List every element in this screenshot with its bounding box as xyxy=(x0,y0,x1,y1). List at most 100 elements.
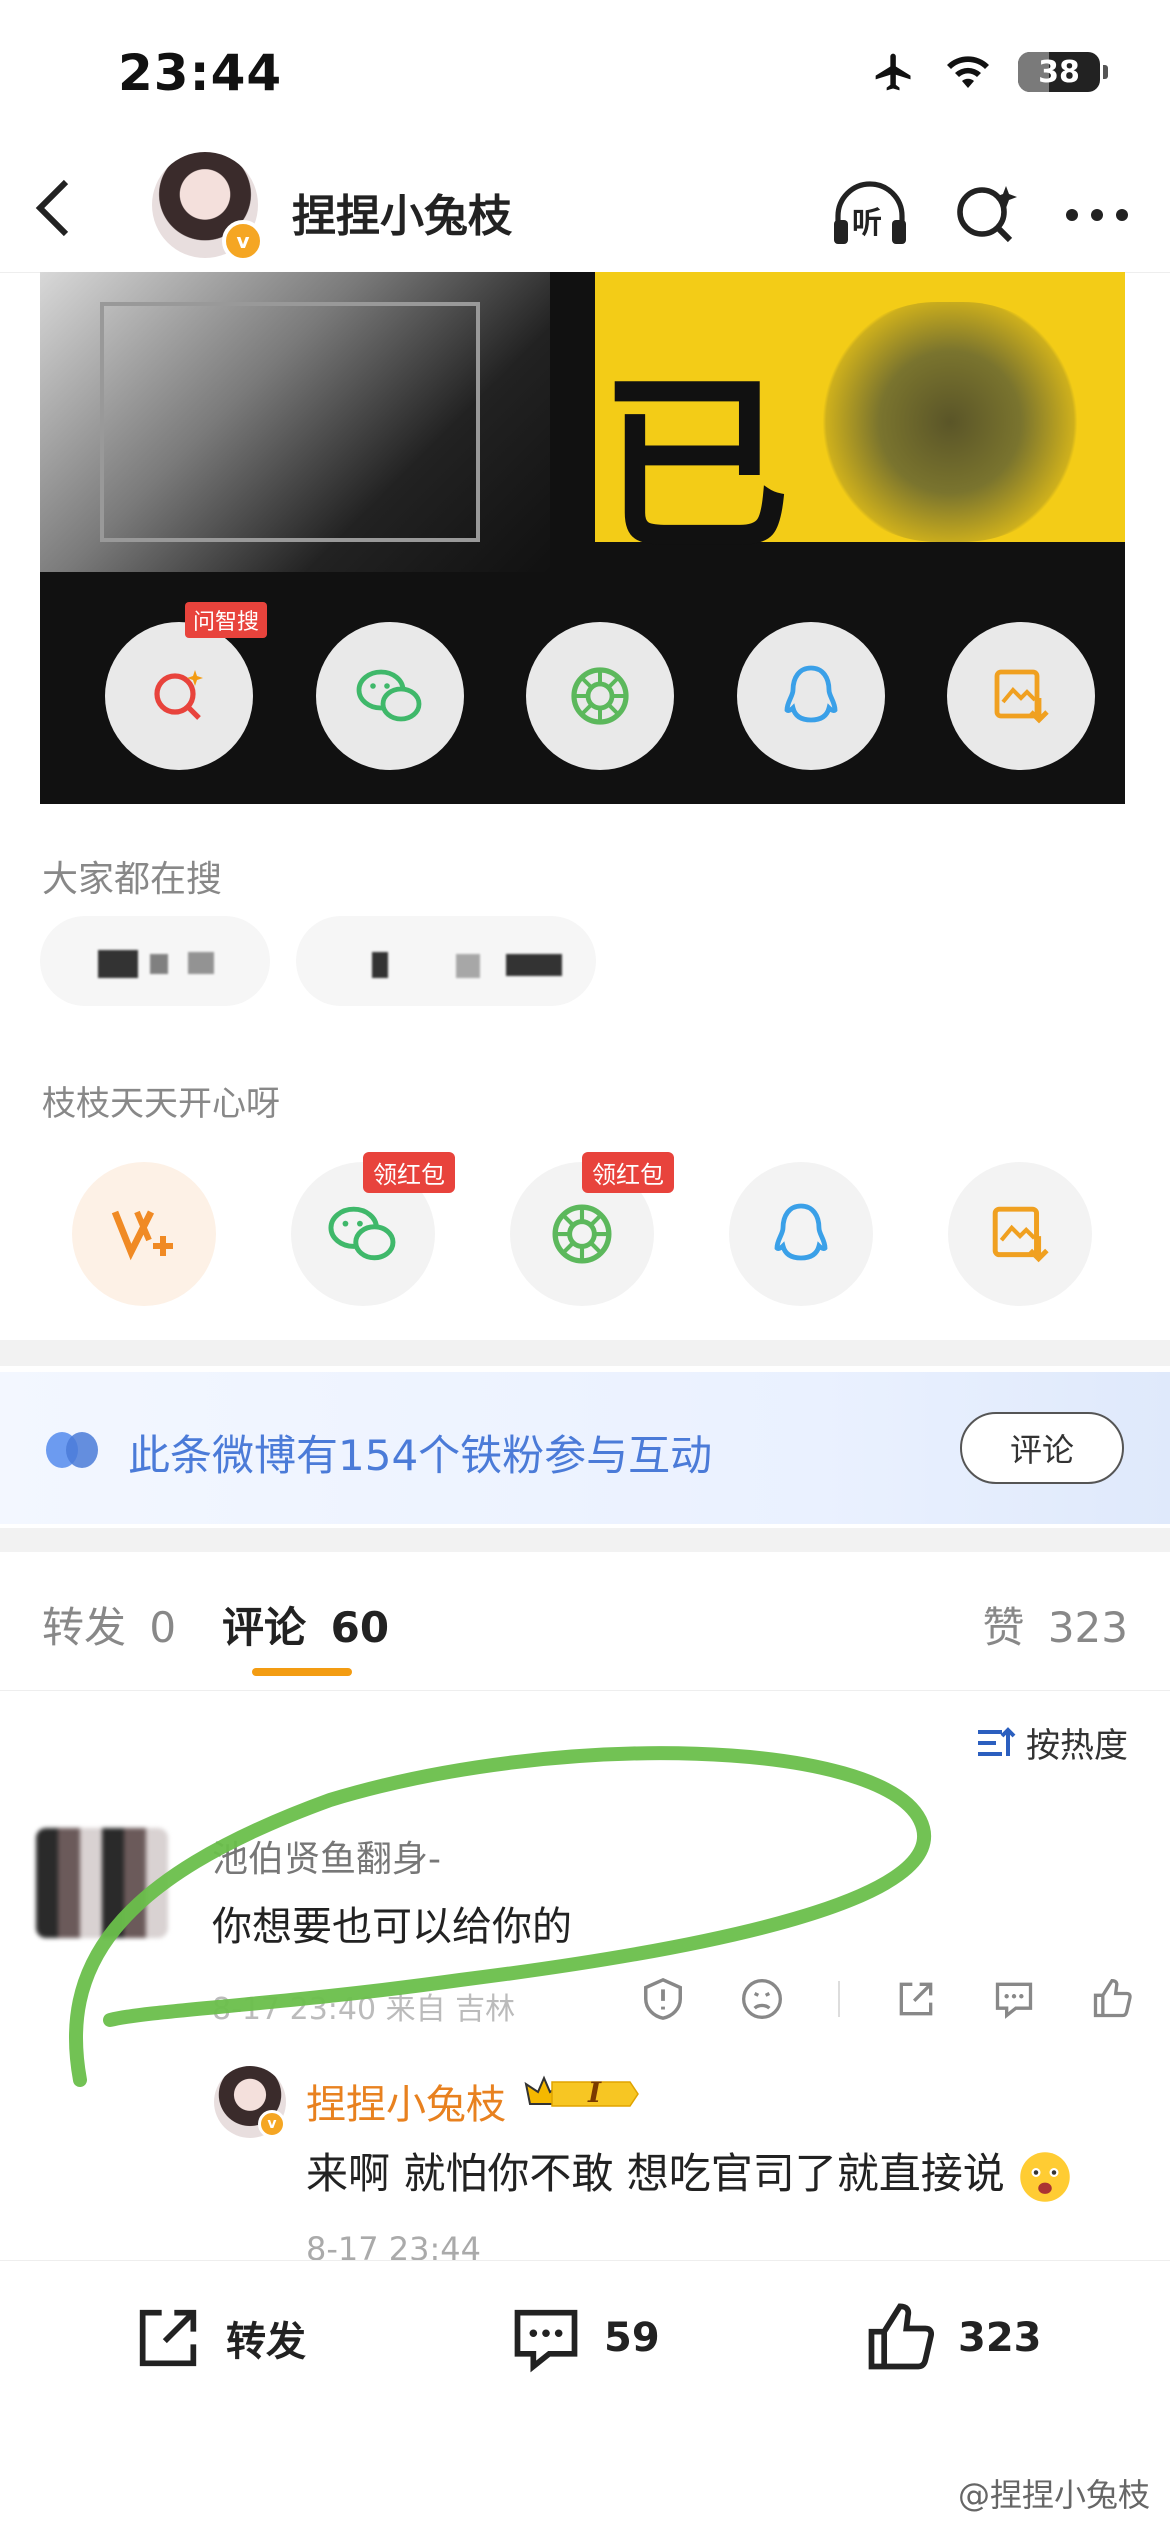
verified-badge: v xyxy=(258,2110,286,2138)
comment-text: 你想要也可以给你的 xyxy=(212,1904,572,1950)
member-level: I xyxy=(588,2076,602,2109)
blurred-area xyxy=(820,302,1080,542)
tab-divider xyxy=(0,1690,1170,1691)
member-crown-badge xyxy=(524,2075,639,2107)
commenter-avatar[interactable] xyxy=(36,1828,168,1938)
back-arrow-icon[interactable] xyxy=(30,178,74,238)
tab-comments-label: 评论 xyxy=(222,1603,307,1652)
like-button[interactable]: 323 xyxy=(862,2300,1042,2376)
poster-frame xyxy=(100,302,480,542)
trending-pill-1[interactable] xyxy=(40,916,270,1006)
red-packet-tag: 领红包 xyxy=(582,1152,674,1193)
comment-button[interactable]: 评论 xyxy=(960,1412,1124,1484)
green-scribble-annotation xyxy=(68,1746,931,2087)
tab-likes[interactable]: 赞 323 xyxy=(982,1594,1128,1655)
blurred-text xyxy=(506,954,562,976)
image-ai-search-button[interactable]: 问智搜 xyxy=(105,602,268,770)
tab-comments[interactable]: 评论 60 xyxy=(222,1594,389,1655)
more-icon[interactable] xyxy=(1064,205,1130,225)
trending-title: 大家都在搜 xyxy=(42,859,223,900)
wechat-icon xyxy=(356,669,421,722)
moments-icon xyxy=(571,667,629,725)
trending-pill-2[interactable] xyxy=(296,916,596,1006)
vplus-icon xyxy=(111,1210,173,1261)
qq-icon xyxy=(784,665,837,723)
ai-search-tag: 问智搜 xyxy=(185,602,268,638)
share-row: 领红包 领红包 xyxy=(72,1152,1092,1306)
image-save-button[interactable] xyxy=(947,622,1095,770)
tab-repost-count: 0 xyxy=(149,1603,177,1652)
tab-comments-count: 60 xyxy=(330,1603,390,1652)
blurred-text xyxy=(150,954,168,974)
sort-icon xyxy=(978,1726,1016,1756)
red-packet-tag: 领红包 xyxy=(363,1152,455,1193)
section-divider xyxy=(0,1528,1170,1552)
report-icon[interactable] xyxy=(640,1976,686,2022)
blurred-text xyxy=(372,952,388,978)
repost-label: 转发 xyxy=(226,2319,306,2365)
share-icon[interactable] xyxy=(894,1977,938,2021)
battery-indicator: 38 xyxy=(1018,52,1108,92)
share-vplus-button[interactable] xyxy=(72,1162,216,1306)
share-qq-button[interactable] xyxy=(729,1162,873,1306)
image-share-row: 问智搜 xyxy=(105,602,1095,770)
share-section-title: 枝枝天天开心呀 xyxy=(42,1084,280,1124)
fans-icon xyxy=(46,1432,98,1468)
tab-repost[interactable]: 转发 0 xyxy=(42,1594,176,1655)
like-icon xyxy=(868,2303,935,2370)
image-qq-button[interactable] xyxy=(736,622,885,770)
blurred-text xyxy=(188,952,214,974)
save-image-icon xyxy=(994,669,1049,724)
repost-button[interactable]: 转发 xyxy=(130,2300,306,2376)
comment-icon[interactable] xyxy=(992,1977,1036,2021)
listen-button[interactable]: 听 xyxy=(830,180,910,250)
watermark: @捏捏小兔枝 xyxy=(957,2476,1150,2514)
qq-icon xyxy=(774,1203,828,1261)
reply-author-name[interactable]: 捏捏小兔枝 xyxy=(306,2072,506,2130)
repost-icon xyxy=(139,2309,197,2367)
ai-search-icon xyxy=(154,670,203,720)
battery-level: 38 xyxy=(1038,54,1080,90)
airplane-icon xyxy=(875,53,911,91)
reply-text-content: 来啊 就怕你不敢 想吃官司了就直接说 xyxy=(306,2149,1005,2198)
dislike-face-icon[interactable] xyxy=(740,1977,784,2021)
emoji-icon xyxy=(1020,2151,1070,2202)
status-time: 23:44 xyxy=(118,44,283,102)
ai-search-icon[interactable] xyxy=(954,182,1020,248)
share-save-image-button[interactable] xyxy=(948,1162,1092,1306)
reply-text: 来啊 就怕你不敢 想吃官司了就直接说 xyxy=(306,2140,1072,2204)
save-image-icon xyxy=(992,1206,1049,1263)
share-wechat-button[interactable]: 领红包 xyxy=(291,1152,455,1306)
image-wechat-button[interactable] xyxy=(315,622,464,770)
nav-actions: 听 xyxy=(830,180,1130,250)
share-moments-button[interactable]: 领红包 xyxy=(510,1152,674,1306)
image-moments-button[interactable] xyxy=(526,622,674,770)
sort-label: 按热度 xyxy=(1026,1726,1128,1766)
verified-badge: v xyxy=(222,220,264,262)
comment-count-button[interactable]: 59 xyxy=(508,2300,660,2376)
like-icon[interactable] xyxy=(1090,1977,1134,2021)
status-icons: 38 xyxy=(870,50,1108,94)
fans-text: 此条微博有154个铁粉参与互动 xyxy=(128,1431,713,1480)
comment-meta: 8-17 23:40 来自 吉林 xyxy=(212,1992,516,2027)
actions-separator xyxy=(838,1981,840,2017)
blurred-text xyxy=(98,950,138,978)
commenter-name[interactable]: 池伯贤鱼翻身- xyxy=(212,1830,441,1882)
listen-label: 听 xyxy=(852,206,882,241)
like-count: 323 xyxy=(958,2315,1042,2361)
comment-count: 59 xyxy=(604,2315,660,2361)
blurred-text xyxy=(456,954,480,978)
comment-actions xyxy=(640,1976,1134,2022)
tab-likes-count: 323 xyxy=(1047,1603,1128,1652)
tab-active-indicator xyxy=(252,1668,352,1676)
section-divider xyxy=(0,1340,1170,1366)
page-title[interactable]: 捏捏小兔枝 xyxy=(292,180,512,244)
sort-button[interactable]: 按热度 xyxy=(976,1718,1128,1767)
wifi-icon xyxy=(947,56,989,88)
wechat-icon xyxy=(328,1206,396,1261)
comment-icon xyxy=(514,2309,578,2373)
post-image[interactable]: 已 问智搜 xyxy=(40,272,1125,804)
poster-text: 已 xyxy=(600,354,791,577)
tab-repost-label: 转发 xyxy=(42,1603,127,1652)
tab-likes-label: 赞 xyxy=(982,1603,1025,1652)
